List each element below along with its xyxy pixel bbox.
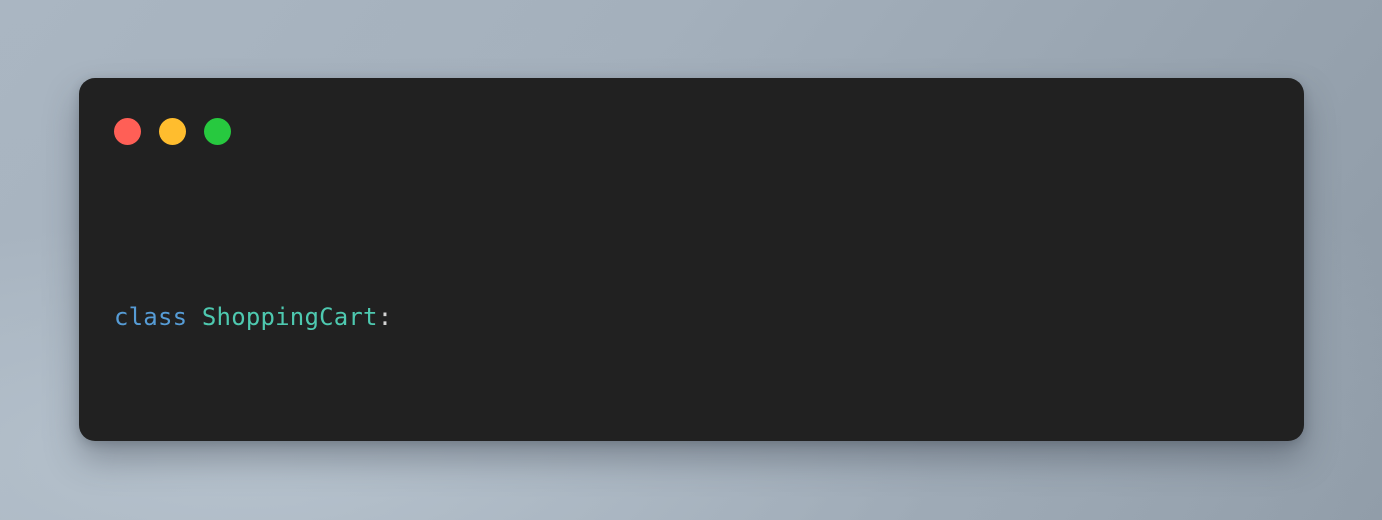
screenshot-stage: class ShoppingCart: def __init__(self): … xyxy=(0,0,1382,520)
traffic-light-minimize-icon[interactable] xyxy=(159,118,186,145)
traffic-light-maximize-icon[interactable] xyxy=(204,118,231,145)
traffic-light-close-icon[interactable] xyxy=(114,118,141,145)
code-snippet-card: class ShoppingCart: def __init__(self): … xyxy=(79,78,1304,441)
window-controls xyxy=(114,118,231,145)
code-line-class-declaration: class ShoppingCart: xyxy=(114,298,1284,337)
token-colon: : xyxy=(377,303,393,331)
token-keyword-class: class xyxy=(114,303,188,331)
token-class-name: ShoppingCart xyxy=(201,303,378,331)
code-block[interactable]: class ShoppingCart: def __init__(self): … xyxy=(114,181,1284,441)
